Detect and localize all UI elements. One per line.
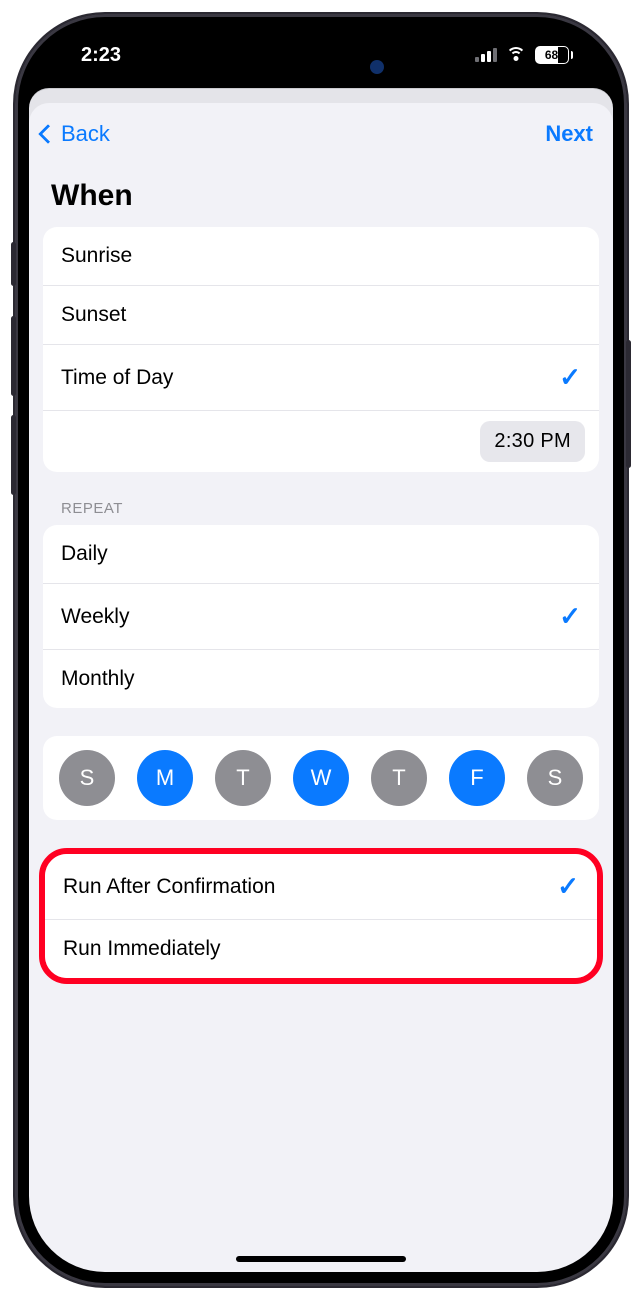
day-toggle-0[interactable]: S <box>59 750 115 806</box>
dynamic-island <box>246 46 396 88</box>
days-of-week-group: SMTWTFS <box>43 736 599 820</box>
volume-up-button <box>11 316 16 396</box>
camera-dot-icon <box>370 60 384 74</box>
day-toggle-4[interactable]: T <box>371 750 427 806</box>
back-button[interactable]: Back <box>41 121 110 147</box>
time-row: 2:30 PM <box>43 411 599 472</box>
repeat-daily-label: Daily <box>61 542 108 566</box>
next-button[interactable]: Next <box>545 121 593 147</box>
day-toggle-5[interactable]: F <box>449 750 505 806</box>
checkmark-icon: ✓ <box>557 871 579 902</box>
repeat-header: REPEAT <box>43 500 599 525</box>
chevron-left-icon <box>38 124 58 144</box>
power-button <box>626 340 631 468</box>
day-toggle-3[interactable]: W <box>293 750 349 806</box>
time-picker-button[interactable]: 2:30 PM <box>480 421 585 462</box>
option-time-of-day-label: Time of Day <box>61 366 173 390</box>
content: Sunrise Sunset Time of Day ✓ 2:30 PM REP… <box>29 227 613 1272</box>
repeat-daily[interactable]: Daily <box>43 525 599 584</box>
cellular-signal-icon <box>475 48 497 62</box>
run-mode-group: Run After Confirmation ✓ Run Immediately <box>45 854 597 978</box>
run-immediately[interactable]: Run Immediately <box>45 920 597 978</box>
wifi-icon <box>505 47 527 63</box>
nav-bar: Back Next <box>29 103 613 157</box>
checkmark-icon: ✓ <box>559 362 581 393</box>
option-sunset[interactable]: Sunset <box>43 286 599 345</box>
phone-frame: 2:23 68 Back Next <box>15 14 627 1286</box>
back-label: Back <box>61 121 110 147</box>
status-right: 68 <box>475 46 574 64</box>
option-sunrise-label: Sunrise <box>61 244 132 268</box>
repeat-weekly-label: Weekly <box>61 605 129 629</box>
checkmark-icon: ✓ <box>559 601 581 632</box>
status-time: 2:23 <box>81 44 121 67</box>
day-toggle-6[interactable]: S <box>527 750 583 806</box>
repeat-monthly[interactable]: Monthly <box>43 650 599 708</box>
option-sunrise[interactable]: Sunrise <box>43 227 599 286</box>
repeat-monthly-label: Monthly <box>61 667 135 691</box>
run-after-confirmation-label: Run After Confirmation <box>63 875 275 899</box>
page-title: When <box>29 157 613 227</box>
repeat-group: Daily Weekly ✓ Monthly <box>43 525 599 708</box>
run-after-confirmation[interactable]: Run After Confirmation ✓ <box>45 854 597 920</box>
home-indicator[interactable] <box>236 1256 406 1262</box>
when-options-group: Sunrise Sunset Time of Day ✓ 2:30 PM <box>43 227 599 472</box>
day-toggle-2[interactable]: T <box>215 750 271 806</box>
day-toggle-1[interactable]: M <box>137 750 193 806</box>
battery-icon: 68 <box>535 46 574 64</box>
modal-sheet: Back Next When Sunrise Sunset Time of Da… <box>29 103 613 1272</box>
volume-down-button <box>11 415 16 495</box>
screen: 2:23 68 Back Next <box>29 28 613 1272</box>
repeat-weekly[interactable]: Weekly ✓ <box>43 584 599 650</box>
annotation-highlight: Run After Confirmation ✓ Run Immediately <box>39 848 603 984</box>
option-sunset-label: Sunset <box>61 303 126 327</box>
option-time-of-day[interactable]: Time of Day ✓ <box>43 345 599 411</box>
battery-level: 68 <box>535 46 569 64</box>
mute-switch <box>11 242 16 286</box>
run-immediately-label: Run Immediately <box>63 937 221 961</box>
